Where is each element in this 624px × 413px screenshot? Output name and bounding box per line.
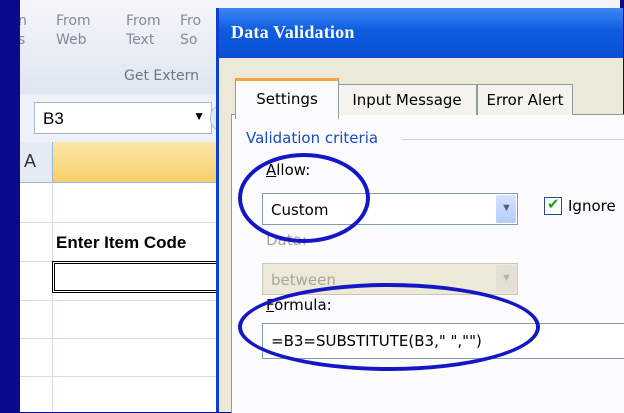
ribbon-button-line: s — [20, 32, 26, 48]
ribbon-button-line: Fro — [180, 13, 202, 29]
checkmark-icon: ✔ — [547, 196, 560, 213]
ignore-blank-checkbox[interactable]: ✔ — [544, 196, 562, 215]
divider — [402, 139, 624, 140]
dialog-title-bar[interactable]: Data Validation — [219, 8, 623, 58]
ignore-blank-label[interactable]: Ignore — [568, 197, 616, 215]
ribbon-button-line: n — [20, 13, 27, 29]
ribbon-button-from-text[interactable]: From Text — [126, 12, 161, 50]
column-header-label: A — [24, 151, 37, 171]
column-header-a[interactable]: A — [20, 142, 53, 182]
cell-b2-text[interactable]: Enter Item Code — [56, 233, 186, 253]
ribbon-button-line: Text — [126, 32, 155, 48]
chevron-down-icon[interactable]: ▼ — [496, 195, 516, 223]
annotation-ellipse-formula — [238, 283, 540, 371]
ribbon-button-line: Web — [56, 32, 87, 48]
validation-criteria-label: Validation criteria — [246, 129, 379, 147]
chevron-down-icon: ▼ — [496, 265, 516, 293]
ribbon-button-line: From — [56, 13, 91, 29]
dropdown-arrow-icon[interactable]: ▼ — [193, 109, 205, 123]
ribbon-button-access[interactable]: n s — [20, 12, 27, 50]
ribbon-button-line: From — [126, 13, 161, 29]
annotation-ellipse-allow — [238, 153, 370, 243]
ribbon-button-line: So — [180, 32, 198, 48]
tab-input-message[interactable]: Input Message — [337, 84, 477, 115]
tab-settings[interactable]: Settings — [235, 78, 339, 119]
name-box-value: B3 — [43, 109, 64, 128]
dialog-title: Data Validation — [231, 22, 355, 42]
ribbon-button-from-other[interactable]: Fro So — [180, 12, 201, 50]
tab-error-alert[interactable]: Error Alert — [477, 84, 573, 115]
gridline — [52, 182, 53, 412]
name-box[interactable]: B3 ▼ — [34, 102, 212, 134]
ribbon-button-from-web[interactable]: From Web — [56, 12, 91, 50]
ribbon-group-label: Get Extern — [124, 68, 200, 84]
